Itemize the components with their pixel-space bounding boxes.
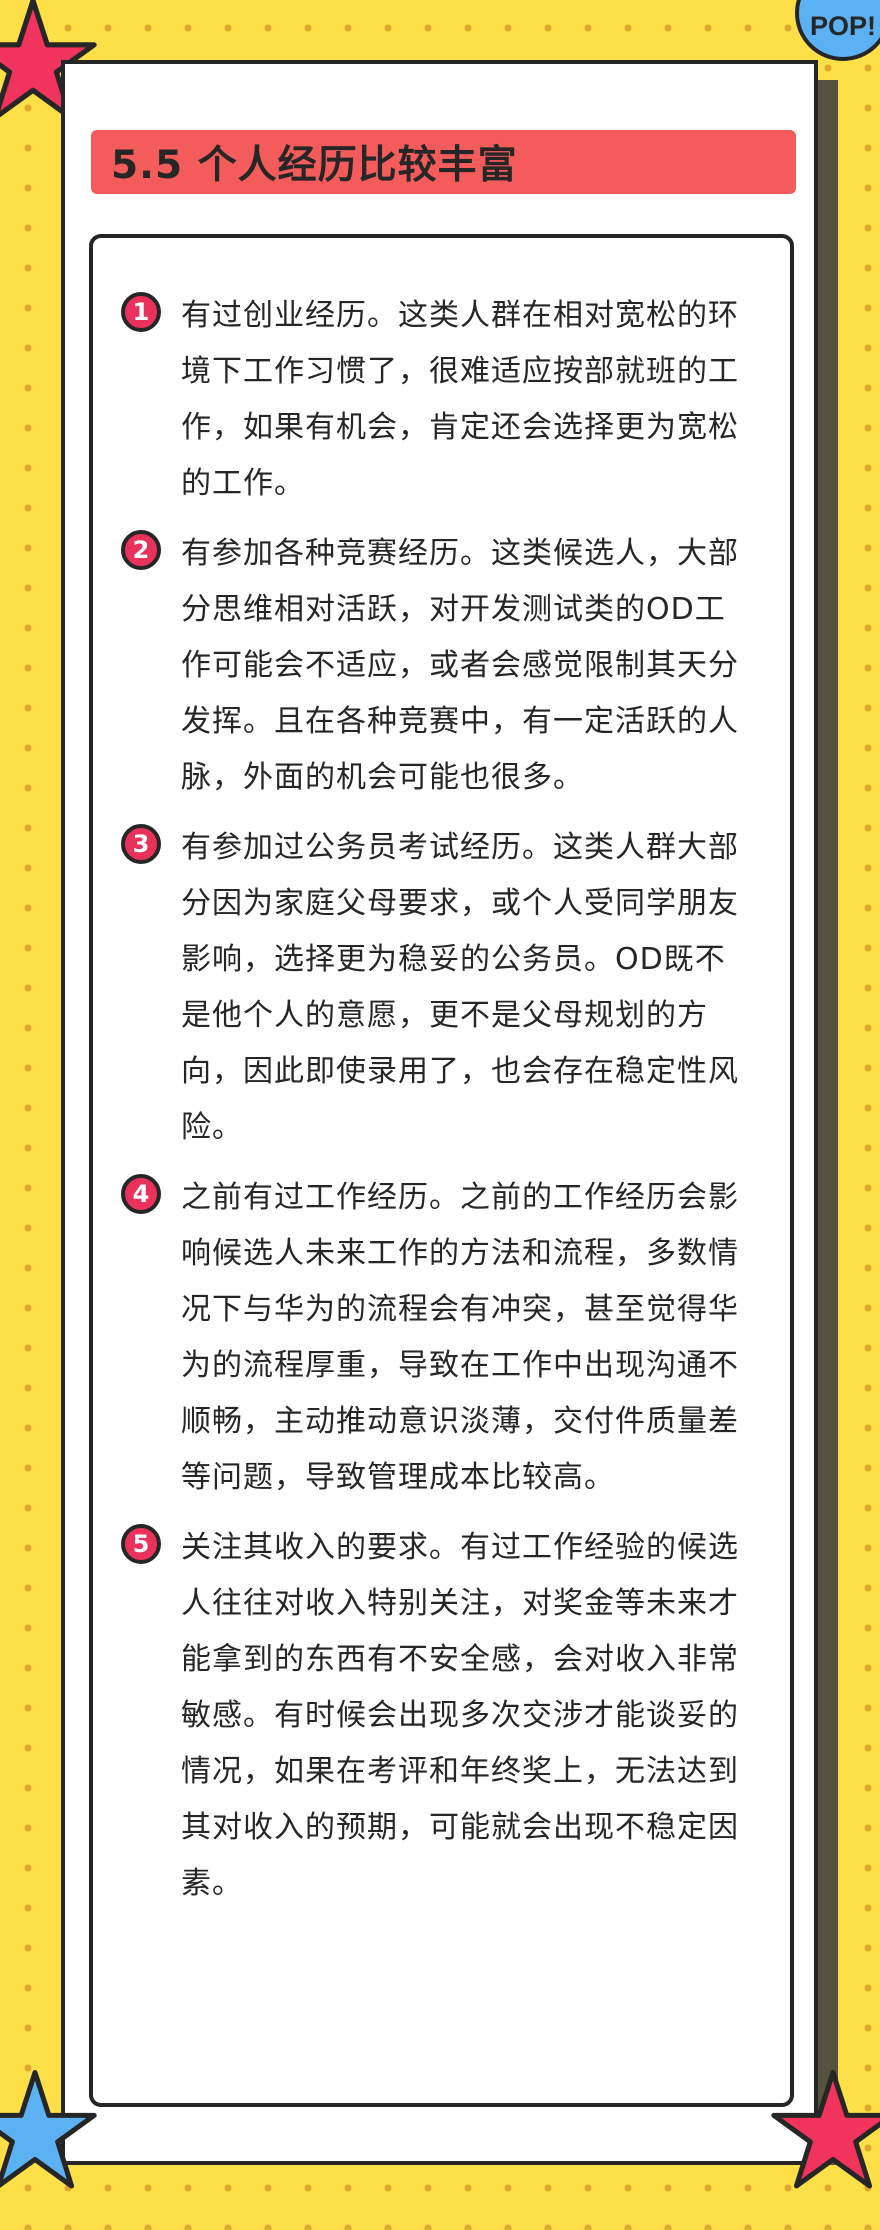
item-text: 关注其收入的要求。有过工作经验的候选人往往对收入特别关注，对奖金等未来才能拿到的… bbox=[181, 1530, 739, 1901]
item-text: 有参加各种竞赛经历。这类候选人，大部分思维相对活跃，对开发测试类的OD工作可能会… bbox=[181, 536, 739, 795]
number-badge: 1 bbox=[121, 292, 161, 332]
star-blue-icon bbox=[0, 2070, 97, 2189]
list-item: 5 关注其收入的要求。有过工作经验的候选人往往对收入特别关注，对奖金等未来才能拿… bbox=[121, 1520, 750, 1912]
number-badge: 4 bbox=[121, 1174, 161, 1214]
title-bar: 5.5 个人经历比较丰富 bbox=[91, 130, 796, 194]
item-text: 有过创业经历。这类人群在相对宽松的环境下工作习惯了，很难适应按部就班的工作，如果… bbox=[181, 298, 739, 501]
page-title: 5.5 个人经历比较丰富 bbox=[111, 143, 518, 188]
list-container: 1 有过创业经历。这类人群在相对宽松的环境下工作习惯了，很难适应按部就班的工作，… bbox=[89, 234, 794, 2107]
list-item: 1 有过创业经历。这类人群在相对宽松的环境下工作习惯了，很难适应按部就班的工作，… bbox=[121, 288, 750, 512]
item-text: 有参加过公务员考试经历。这类人群大部分因为家庭父母要求，或个人受同学朋友影响，选… bbox=[181, 830, 739, 1145]
pop-badge: POP! bbox=[795, 0, 880, 61]
number-badge: 5 bbox=[121, 1524, 161, 1564]
star-pink-icon bbox=[771, 2070, 880, 2189]
item-text: 之前有过工作经历。之前的工作经历会影响候选人未来工作的方法和流程，多数情况下与华… bbox=[181, 1180, 739, 1495]
number-badge: 3 bbox=[121, 824, 161, 864]
list-item: 3 有参加过公务员考试经历。这类人群大部分因为家庭父母要求，或个人受同学朋友影响… bbox=[121, 820, 750, 1156]
number-badge: 2 bbox=[121, 530, 161, 570]
content-card: 5.5 个人经历比较丰富 1 有过创业经历。这类人群在相对宽松的环境下工作习惯了… bbox=[61, 60, 818, 2165]
list-item: 4 之前有过工作经历。之前的工作经历会影响候选人未来工作的方法和流程，多数情况下… bbox=[121, 1170, 750, 1506]
list-item: 2 有参加各种竞赛经历。这类候选人，大部分思维相对活跃，对开发测试类的OD工作可… bbox=[121, 526, 750, 806]
